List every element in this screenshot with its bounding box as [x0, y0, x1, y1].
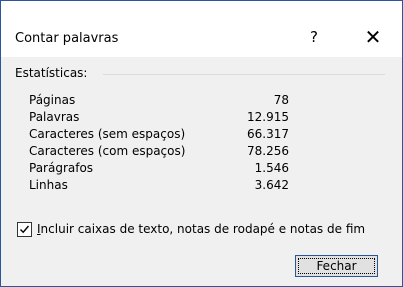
stat-value: 78.256: [247, 144, 289, 158]
stat-label: Páginas: [29, 93, 76, 107]
include-textboxes-label[interactable]: Incluir caixas de texto, notas de rodapé…: [37, 222, 365, 236]
statistics-table: Páginas 78 Palavras 12.915 Caracteres (s…: [29, 93, 289, 195]
checkmark-icon: [20, 225, 30, 234]
help-button[interactable]: ?: [304, 27, 324, 47]
dialog-content: Estatísticas: Páginas 78 Palavras 12.915…: [1, 57, 402, 286]
section-divider: [103, 74, 385, 75]
close-button-label: Fechar: [298, 258, 375, 274]
close-button[interactable]: Fechar: [295, 255, 378, 277]
stat-row-pages: Páginas 78: [29, 93, 289, 110]
stat-label: Caracteres (sem espaços): [29, 127, 186, 141]
stat-label: Palavras: [29, 110, 80, 124]
stat-value: 12.915: [247, 110, 289, 124]
stat-label: Caracteres (com espaços): [29, 144, 186, 158]
title-bar: Contar palavras ? ✕: [1, 1, 402, 57]
stat-value: 1.546: [254, 161, 289, 175]
stat-row-words: Palavras 12.915: [29, 110, 289, 127]
stat-row-lines: Linhas 3.642: [29, 178, 289, 195]
dialog-title: Contar palavras: [15, 31, 119, 46]
stat-value: 78: [273, 93, 289, 107]
word-count-dialog: Contar palavras ? ✕ Estatísticas: Página…: [0, 0, 403, 287]
include-textboxes-checkbox[interactable]: [17, 222, 32, 237]
stat-label: Parágrafos: [29, 161, 94, 175]
stat-row-chars-no-spaces: Caracteres (sem espaços) 66.317: [29, 127, 289, 144]
stat-value: 66.317: [247, 127, 289, 141]
stat-value: 3.642: [254, 178, 289, 192]
stat-row-chars-with-spaces: Caracteres (com espaços) 78.256: [29, 144, 289, 161]
statistics-heading: Estatísticas:: [15, 66, 88, 80]
stat-label: Linhas: [29, 178, 68, 192]
close-icon[interactable]: ✕: [363, 27, 383, 47]
stat-row-paragraphs: Parágrafos 1.546: [29, 161, 289, 178]
